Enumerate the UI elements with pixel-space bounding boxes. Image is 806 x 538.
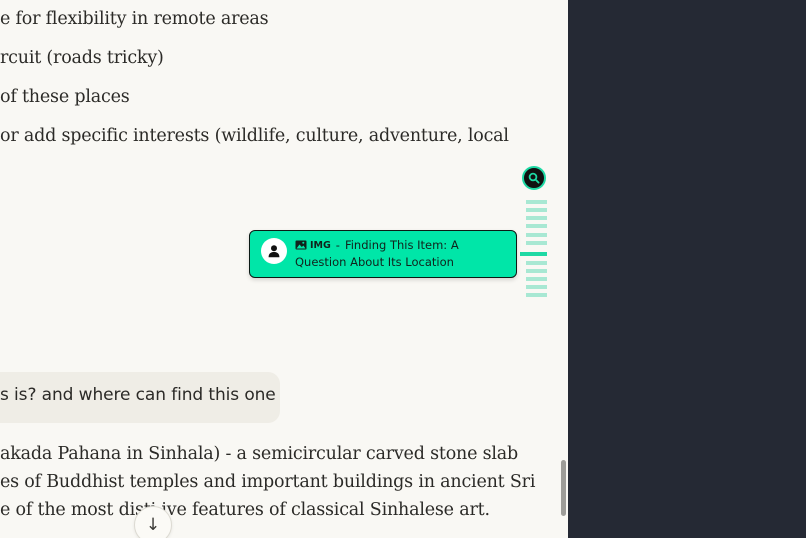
assistant-text-line: or add specific interests (wildlife, cul… — [0, 126, 509, 146]
nav-tick[interactable] — [526, 241, 547, 245]
assistant-text-line: rcuit (roads tricky) — [0, 48, 164, 68]
user-avatar — [261, 238, 287, 264]
chat-scrollbar[interactable] — [561, 460, 566, 516]
response-text-line: e of the most disti ive features of clas… — [0, 500, 490, 520]
nav-tick[interactable] — [526, 200, 547, 204]
nav-tick[interactable] — [526, 224, 547, 228]
nav-tick[interactable] — [526, 277, 547, 281]
nav-tick[interactable] — [526, 285, 547, 289]
assistant-text-line: of these places — [0, 87, 130, 107]
response-text-line: akada Pahana in Sinhala) - a semicircula… — [0, 444, 519, 464]
tooltip-title-row: IMG - Finding This Item: A — [295, 238, 459, 252]
chat-pane: e for flexibility in remote areas rcuit … — [0, 0, 568, 538]
nav-tick[interactable] — [526, 208, 547, 212]
navigator-tooltip[interactable]: IMG - Finding This Item: A Question Abou… — [249, 230, 517, 278]
img-tag: IMG — [310, 239, 331, 251]
person-icon — [268, 245, 280, 258]
nav-tick-active[interactable] — [520, 252, 547, 256]
tooltip-title-continued: Question About Its Location — [295, 255, 454, 269]
arrow-down-icon: ↓ — [145, 515, 161, 535]
tooltip-title: Finding This Item: A — [344, 238, 459, 252]
search-icon — [528, 172, 540, 184]
response-text-line: es of Buddhist temples and important bui… — [0, 472, 536, 492]
nav-tick[interactable] — [526, 269, 547, 273]
navigator-search-button[interactable] — [522, 166, 546, 190]
nav-tick[interactable] — [526, 216, 547, 220]
nav-tick[interactable] — [526, 293, 547, 297]
assistant-text-line: e for flexibility in remote areas — [0, 9, 269, 29]
nav-tick[interactable] — [526, 233, 547, 237]
scroll-to-bottom-button[interactable]: ↓ — [134, 506, 172, 538]
image-icon — [295, 240, 307, 250]
user-message-text: s is? and where can find this one — [0, 385, 276, 405]
tooltip-separator: - — [335, 238, 340, 252]
nav-tick[interactable] — [526, 261, 547, 265]
side-panel — [568, 0, 806, 538]
